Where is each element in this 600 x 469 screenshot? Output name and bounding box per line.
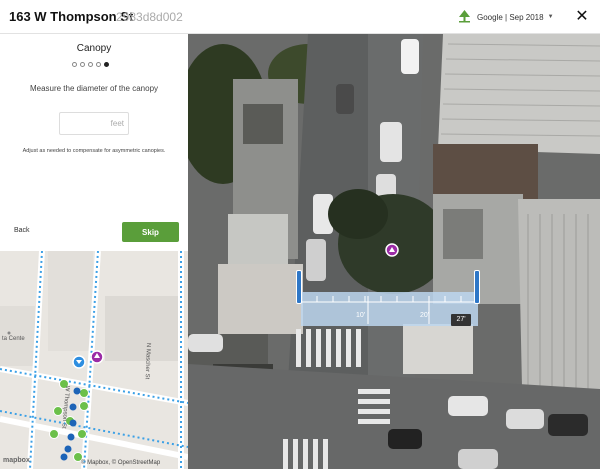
ruler-left-handle[interactable] xyxy=(296,270,302,304)
satellite-map[interactable]: 10' 20' 27' xyxy=(188,34,600,469)
ruler-tick-label: 20' xyxy=(420,312,430,319)
step-title: Canopy xyxy=(76,43,112,54)
minimap-canvas xyxy=(0,251,188,469)
step-dot-active xyxy=(104,62,109,67)
hint-text: Adjust as needed to compensate for asymm… xyxy=(22,148,166,154)
tree-icon xyxy=(459,10,470,23)
chevron-down-icon: ▼ xyxy=(547,14,554,20)
close-button[interactable]: ✕ xyxy=(575,8,589,26)
step-indicator xyxy=(72,62,109,67)
back-button[interactable]: Back xyxy=(14,227,30,234)
step-dot xyxy=(72,62,77,67)
tree-id: 2983d8d002 xyxy=(116,10,183,24)
minimap[interactable]: N Mascher St W Thompson St ta Cente mapb… xyxy=(0,251,188,469)
canopy-diameter-input[interactable] xyxy=(59,112,129,135)
ruler-right-handle[interactable] xyxy=(474,270,480,304)
header-bar: 163 W Thompson St 2983d8d002 Google | Se… xyxy=(0,0,600,34)
area-label: ta Cente xyxy=(2,336,25,342)
step-dot xyxy=(88,62,93,67)
satellite-imagery xyxy=(188,34,600,469)
step-dot xyxy=(96,62,101,67)
skip-button[interactable]: Skip xyxy=(122,222,179,242)
imagery-source-dropdown[interactable]: Google | Sep 2018 ▼ xyxy=(458,9,554,25)
imagery-source-label: Google | Sep 2018 xyxy=(477,12,544,22)
measurement-badge: 27' xyxy=(451,314,471,326)
street-label-mascher: N Mascher St xyxy=(143,342,151,380)
instruction-text: Measure the diameter of the canopy xyxy=(29,84,159,93)
ruler-tick-label: 10' xyxy=(356,312,366,319)
step-dot xyxy=(80,62,85,67)
map-attribution[interactable]: © Mapbox, © OpenStreetMap xyxy=(81,460,160,466)
mapbox-logo[interactable]: mapbox xyxy=(3,457,30,464)
address-title: 163 W Thompson St xyxy=(9,9,134,24)
